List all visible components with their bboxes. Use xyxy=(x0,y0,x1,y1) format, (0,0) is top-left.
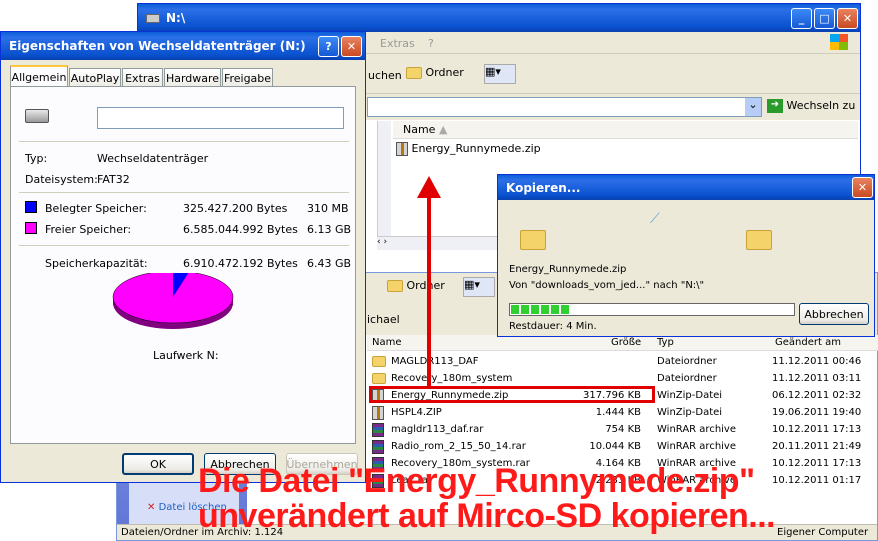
table-row[interactable]: magldr113_daf.rar 754 KB WinRAR archive 10.… xyxy=(367,421,878,438)
folders-button[interactable]: Ordner xyxy=(387,279,445,292)
file-name: Radio_rom_2_15_50_14.rar xyxy=(391,441,526,452)
close-button[interactable]: ✕ xyxy=(852,177,873,198)
go-arrow-icon: ➜ xyxy=(767,99,783,113)
close-button[interactable]: ✕ xyxy=(341,36,362,57)
scrollbar-vertical[interactable] xyxy=(377,121,391,249)
go-label: Wechseln zu xyxy=(786,99,856,112)
file-name: Recovery_180m_system xyxy=(391,373,513,384)
ok-button[interactable]: OK xyxy=(122,453,194,475)
scrollbar-horizontal[interactable]: ‹ › xyxy=(377,236,497,250)
file-type: WinRAR archive xyxy=(657,424,736,435)
file-date: 11.12.2011 03:11 xyxy=(772,373,862,384)
window-title: N:\ xyxy=(166,11,186,25)
file-date: 06.12.2011 02:32 xyxy=(772,390,862,401)
separator xyxy=(19,245,349,246)
file-type: WinZip-Datei xyxy=(657,407,723,418)
file-type: WinRAR archive xyxy=(657,441,736,452)
go-button[interactable]: ➜ Wechseln zu xyxy=(767,99,855,113)
rar-icon xyxy=(372,422,384,437)
arrow-head-icon xyxy=(417,176,441,198)
properties-titlebar[interactable]: Eigenschaften von Wechseldatenträger (N:… xyxy=(1,32,365,60)
file-date: 10.12.2011 17:13 xyxy=(772,458,862,469)
table-row[interactable]: HSPL4.ZIP 1.444 KB WinZip-Datei 19.06.2011 … xyxy=(367,404,878,421)
explorer-titlebar[interactable]: N:\ xyxy=(138,4,860,32)
file-name: HSPL4.ZIP xyxy=(391,407,442,418)
file-size: 1.444 KB xyxy=(595,407,641,418)
used-color-swatch xyxy=(25,201,37,213)
source-folder-icon xyxy=(520,230,546,250)
tab-allgemein[interactable]: Allgemein xyxy=(10,65,68,87)
folder-icon xyxy=(406,67,422,79)
file-date: 19.06.2011 19:40 xyxy=(772,407,862,418)
copy-dialog: Kopieren... ✕ ⟋ Energy_Runnymede.zip Von… xyxy=(497,174,875,337)
tab-freigabe[interactable]: Freigabe xyxy=(222,68,273,87)
progress-bar xyxy=(509,303,795,316)
file-date: 20.11.2011 21:49 xyxy=(772,441,862,452)
drive-name-input[interactable] xyxy=(97,107,344,129)
tab-hardware[interactable]: Hardware xyxy=(164,68,221,87)
col-header-size[interactable]: Größe xyxy=(611,335,641,350)
drive-icon xyxy=(25,109,49,123)
windows-logo-icon xyxy=(830,34,848,50)
views-button[interactable]: ▦▾ xyxy=(463,277,495,297)
disk-pie-chart xyxy=(112,273,234,329)
table-row[interactable]: MAGLDR113_DAF Dateiordner 11.12.2011 00:46 xyxy=(367,353,878,370)
menu-extras[interactable]: Extras xyxy=(380,37,415,50)
file-name: MAGLDR113_DAF xyxy=(391,356,479,367)
file-type: Dateiordner xyxy=(657,356,717,367)
folders-label: Ordner xyxy=(425,66,464,79)
tab-extras[interactable]: Extras xyxy=(122,68,163,87)
separator xyxy=(19,141,349,142)
file-name: magldr113_daf.rar xyxy=(391,424,484,435)
maximize-button[interactable]: □ xyxy=(814,8,835,29)
folder-icon xyxy=(372,372,386,385)
tab-autoplay[interactable]: AutoPlay xyxy=(69,68,121,87)
separator xyxy=(19,192,349,193)
computer-label: Eigener Computer xyxy=(777,527,869,538)
highlight-box xyxy=(369,386,655,403)
rar-icon xyxy=(372,439,384,454)
target-folder-icon xyxy=(746,230,772,250)
tab-page: Typ: Wechseldatenträger Dateisystem: FAT… xyxy=(10,86,356,444)
folders-button[interactable]: Ordner xyxy=(406,66,464,79)
file-date: 10.12.2011 17:13 xyxy=(772,424,862,435)
properties-title: Eigenschaften von Wechseldatenträger (N:… xyxy=(9,39,306,53)
address-input[interactable]: ⌄ xyxy=(367,97,762,117)
table-row[interactable]: Radio_rom_2_15_50_14.rar 10.044 KB WinRAR … xyxy=(367,438,878,455)
chevron-down-icon[interactable]: ⌄ xyxy=(745,98,761,116)
file-size: 10.044 KB xyxy=(589,441,641,452)
caption-line-2: unverändert auf Mirco-SD kopieren... xyxy=(198,497,776,535)
views-button[interactable]: ▦▾ xyxy=(484,64,516,84)
file-type: Dateiordner xyxy=(657,373,717,384)
copy-cancel-button[interactable]: Abbrechen xyxy=(799,303,869,325)
help-button[interactable]: ? xyxy=(318,36,339,57)
copy-titlebar[interactable]: Kopieren... xyxy=(498,175,874,200)
folder-icon xyxy=(372,355,386,368)
drive-icon xyxy=(146,13,160,23)
col-header-name[interactable]: Name xyxy=(372,335,402,350)
file-list-header: Name Größe Typ Geändert am xyxy=(367,335,878,351)
search-button-label[interactable]: uchen xyxy=(368,69,402,82)
free-color-swatch xyxy=(25,222,37,234)
file-size: 754 KB xyxy=(605,424,641,435)
minimize-button[interactable]: _ xyxy=(791,8,812,29)
col-header-type[interactable]: Typ xyxy=(657,335,674,350)
file-date: 11.12.2011 00:46 xyxy=(772,356,862,367)
zip-icon xyxy=(372,405,384,420)
file-date: 10.12.2011 01:17 xyxy=(772,475,862,486)
menu-help[interactable]: ? xyxy=(428,37,434,50)
column-header-name[interactable]: Name ▲ xyxy=(393,121,858,139)
folder-icon xyxy=(387,280,403,292)
col-header-date[interactable]: Geändert am xyxy=(775,335,841,350)
close-button[interactable]: ✕ xyxy=(837,8,858,29)
flying-paper-icon: ⟋ xyxy=(650,211,660,227)
table-row[interactable]: Recovery_180m_system Dateiordner 11.12.201… xyxy=(367,370,878,387)
zip-icon xyxy=(396,142,408,156)
delete-x-icon: ✕ xyxy=(147,502,156,513)
arrow-shaft xyxy=(427,195,431,386)
file-type: WinZip-Datei xyxy=(657,390,723,401)
caption-line-1: Die Datei "Energy_Runnymede.zip" xyxy=(198,462,755,500)
file-energy-zip[interactable]: Energy_Runnymede.zip xyxy=(396,142,541,156)
